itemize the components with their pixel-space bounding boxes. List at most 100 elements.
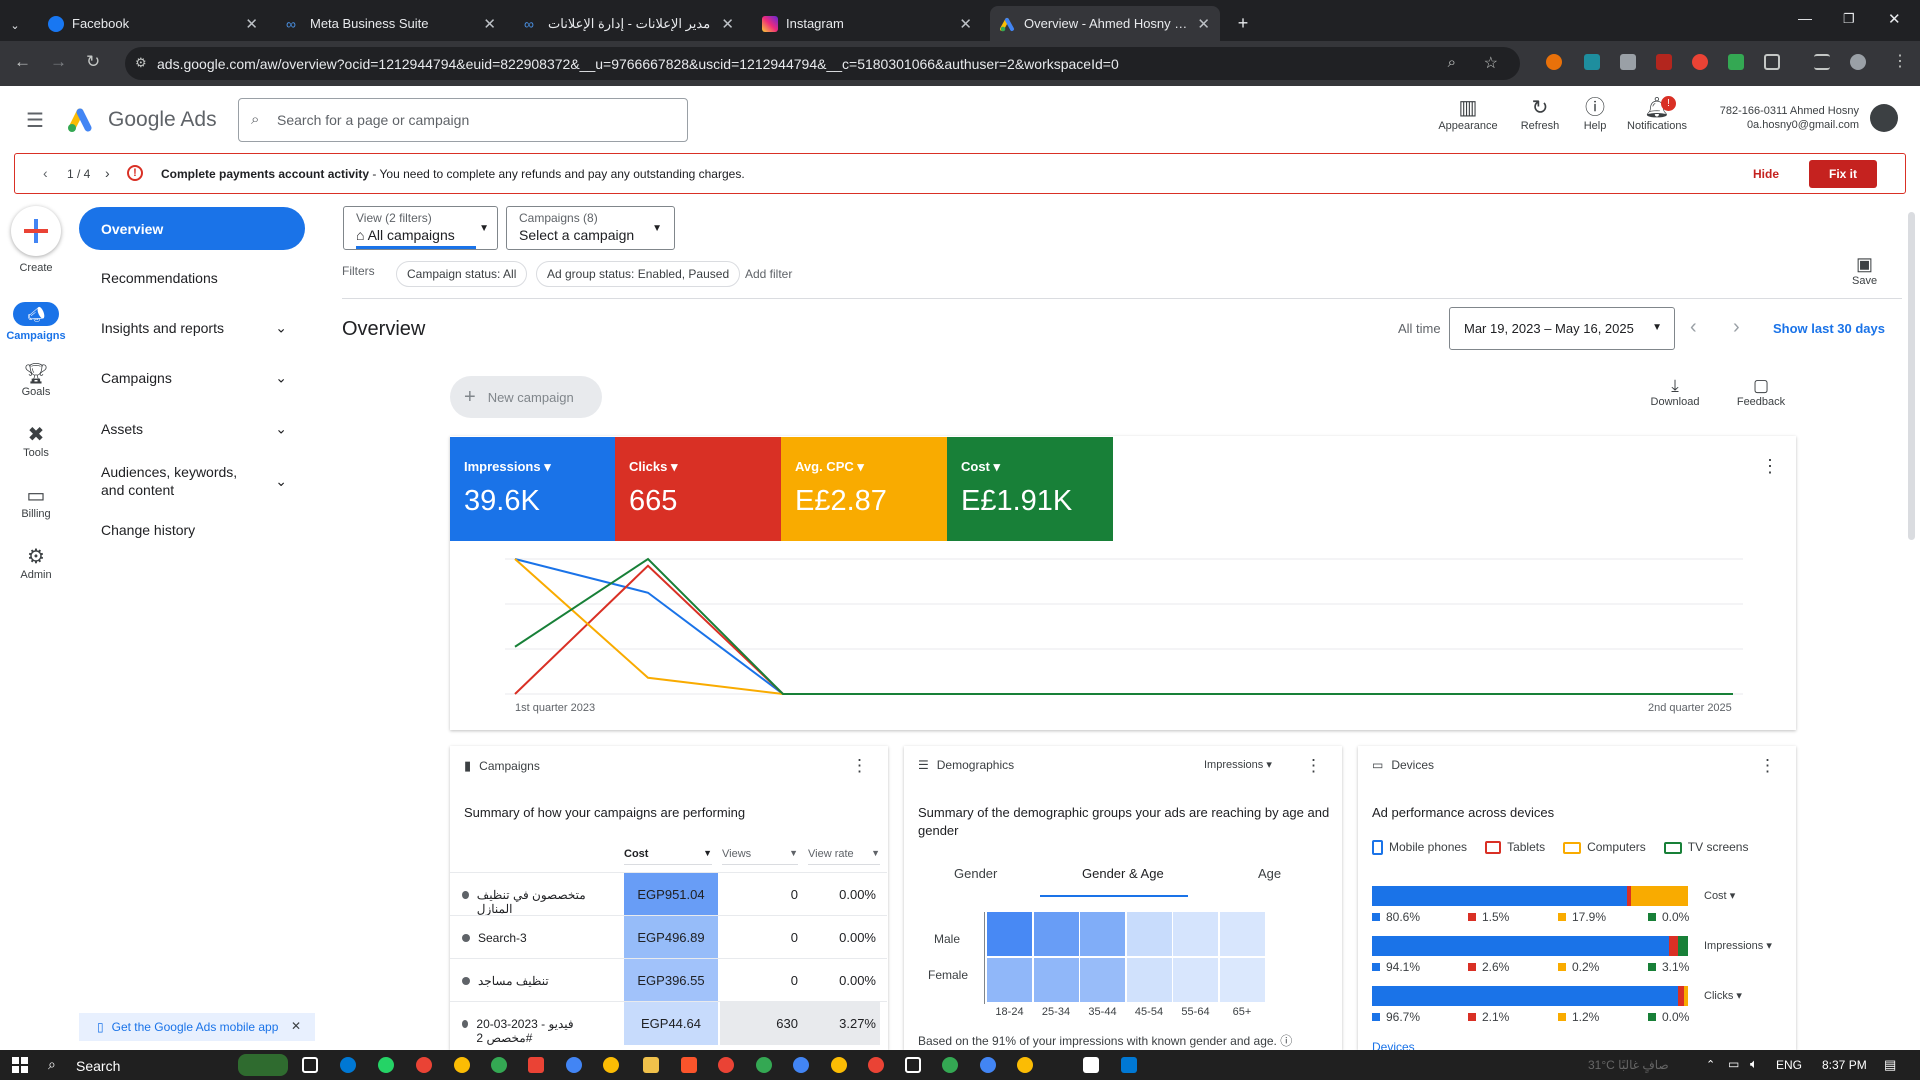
notifications-button[interactable]: 🔔︎ Notifications ! xyxy=(1623,96,1691,132)
chrome-icon[interactable] xyxy=(718,1057,734,1073)
column-header-views[interactable]: Views ▼ xyxy=(722,848,798,865)
heatmap-cell[interactable] xyxy=(1173,958,1218,1002)
nav-change-history[interactable]: Change history xyxy=(79,516,305,544)
site-info-icon[interactable]: ⚙ xyxy=(135,55,147,71)
download-button[interactable]: ⤓ Download xyxy=(1645,376,1705,408)
chrome-icon[interactable] xyxy=(793,1057,809,1073)
media-icon[interactable] xyxy=(1814,54,1830,70)
legend-tablets[interactable]: Tablets xyxy=(1485,840,1545,855)
chrome-icon[interactable] xyxy=(942,1057,958,1073)
next-alert-icon[interactable]: › xyxy=(105,165,110,181)
heatmap-cell[interactable] xyxy=(1033,912,1079,956)
chrome-icon[interactable] xyxy=(491,1057,507,1073)
whatsapp-icon[interactable] xyxy=(378,1057,394,1073)
more-options-icon[interactable]: ⋮ xyxy=(1761,456,1779,477)
close-icon[interactable]: ✕ xyxy=(483,15,496,33)
network-icon[interactable]: ▭ xyxy=(1728,1057,1739,1071)
reload-icon[interactable]: ↻ xyxy=(86,52,100,72)
scorecard-clicks[interactable]: Clicks ▾ 665 xyxy=(615,437,781,541)
legend-computers[interactable]: Computers xyxy=(1563,840,1646,855)
close-icon[interactable]: ✕ xyxy=(291,1019,301,1033)
extension-icon[interactable] xyxy=(1728,54,1744,70)
windows-start-icon[interactable] xyxy=(12,1057,28,1073)
metric-select[interactable]: Clicks ▾ xyxy=(1704,989,1742,1002)
filter-chip-campaign-status[interactable]: Campaign status: All xyxy=(396,261,528,287)
next-period-icon[interactable]: › xyxy=(1733,316,1740,339)
extension-icon[interactable] xyxy=(1584,54,1600,70)
metric-select[interactable]: Impressions ▾ xyxy=(1204,758,1272,771)
legend-mobile[interactable]: Mobile phones xyxy=(1372,840,1467,856)
forward-icon[interactable]: → xyxy=(50,52,67,72)
rail-tools[interactable]: ✖ Tools xyxy=(4,423,68,459)
rail-admin[interactable]: ⚙ Admin xyxy=(4,545,68,581)
date-range-picker[interactable]: Mar 19, 2023 – May 16, 2025 ▼ xyxy=(1449,307,1675,350)
file-explorer-icon[interactable] xyxy=(643,1057,659,1073)
devices-link[interactable]: Devices xyxy=(1372,1040,1415,1050)
zoom-icon[interactable]: ⌕ xyxy=(1448,54,1456,71)
nav-campaigns[interactable]: Campaigns ⌄ xyxy=(79,364,305,392)
heatmap-cell[interactable] xyxy=(1219,958,1265,1002)
campaign-name-cell[interactable]: 20-03-2023 - فيديو مخصص 2# xyxy=(462,1017,602,1045)
close-icon[interactable]: ✕ xyxy=(721,15,734,33)
chrome-icon[interactable] xyxy=(416,1057,432,1073)
prev-alert-icon[interactable]: ‹ xyxy=(43,165,48,181)
shield-icon[interactable] xyxy=(1620,54,1636,70)
hide-button[interactable]: Hide xyxy=(1753,167,1779,181)
campaign-name-cell[interactable]: متخصصون في تنظيف المنازل xyxy=(462,888,602,916)
page-scrollbar[interactable] xyxy=(1908,212,1915,540)
column-header-cost[interactable]: Cost ▼ xyxy=(624,848,712,865)
restore-icon[interactable]: ❐ xyxy=(1843,11,1855,27)
account-info[interactable]: 782-166-0311 Ahmed Hosny 0a.hosny0@gmail… xyxy=(1705,104,1859,132)
tab-gender-age[interactable]: Gender & Age xyxy=(1082,866,1164,881)
heatmap-cell[interactable] xyxy=(1080,958,1125,1002)
task-view-icon[interactable] xyxy=(302,1057,318,1073)
tab-google-ads[interactable]: Overview - Ahmed Hosny - Goo ✕ xyxy=(990,6,1220,41)
more-options-icon[interactable]: ⋮ xyxy=(851,756,868,776)
extension-icon[interactable] xyxy=(1692,54,1708,70)
chrome-icon[interactable] xyxy=(603,1057,619,1073)
table-row[interactable]: Search-3 EGP496.89 0 0.00% xyxy=(450,915,887,959)
table-row[interactable]: 20-03-2023 - فيديو مخصص 2# EGP44.64 630 3.2… xyxy=(450,1001,887,1045)
avatar[interactable] xyxy=(1870,104,1898,132)
more-options-icon[interactable]: ⋮ xyxy=(1305,756,1322,776)
nav-recommendations[interactable]: Recommendations xyxy=(79,264,305,292)
tab-gender[interactable]: Gender xyxy=(954,866,997,881)
device-stacked-bar[interactable] xyxy=(1372,986,1688,1006)
new-tab-button[interactable]: + xyxy=(1230,6,1256,41)
scorecard-cost[interactable]: Cost ▾ E£1.91K xyxy=(947,437,1113,541)
heatmap-cell[interactable] xyxy=(1126,912,1172,956)
chrome-icon[interactable] xyxy=(980,1057,996,1073)
scorecard-impressions[interactable]: Impressions ▾ 39.6K xyxy=(450,437,615,541)
back-icon[interactable]: ← xyxy=(14,52,31,72)
nav-audiences[interactable]: Audiences, keywords, and content ⌄ xyxy=(79,460,305,502)
brave-icon[interactable] xyxy=(681,1057,697,1073)
menu-dots-icon[interactable]: ⋮ xyxy=(1892,51,1908,71)
hamburger-menu-icon[interactable]: ☰ xyxy=(26,108,44,133)
tray-arrow-icon[interactable]: ⌃ xyxy=(1706,1058,1715,1071)
weather-widget[interactable]: 31°C صافٍ غالبًا xyxy=(1588,1058,1669,1072)
profile-icon[interactable] xyxy=(1850,54,1866,70)
campaign-name-cell[interactable]: Search-3 xyxy=(462,931,602,945)
rail-campaigns[interactable]: 📣︎ Campaigns xyxy=(4,302,68,342)
table-row[interactable]: تنظيف مساجد EGP396.55 0 0.00% xyxy=(450,958,887,1002)
show-last-30-days-link[interactable]: Show last 30 days xyxy=(1773,321,1885,336)
edge-icon[interactable] xyxy=(340,1057,356,1073)
search-input[interactable]: ⌕ Search for a page or campaign xyxy=(238,98,688,142)
tab-facebook[interactable]: Facebook ✕ xyxy=(38,6,268,41)
app-icon[interactable] xyxy=(528,1057,544,1073)
chrome-icon[interactable] xyxy=(868,1057,884,1073)
campaign-name-cell[interactable]: تنظيف مساجد xyxy=(462,974,602,988)
chrome-icon[interactable] xyxy=(831,1057,847,1073)
appearance-button[interactable]: ▥ Appearance xyxy=(1433,96,1503,132)
filter-chip-ad-group-status[interactable]: Ad group status: Enabled, Paused xyxy=(536,261,741,287)
tab-age[interactable]: Age xyxy=(1258,866,1281,881)
device-stacked-bar[interactable] xyxy=(1372,886,1688,906)
close-icon[interactable]: ✕ xyxy=(245,15,258,33)
heatmap-cell[interactable] xyxy=(1033,958,1079,1002)
chrome-icon[interactable] xyxy=(566,1057,582,1073)
nav-assets[interactable]: Assets ⌄ xyxy=(79,415,305,443)
rail-billing[interactable]: ▭ Billing xyxy=(4,484,68,520)
tab-search-button[interactable]: ⌄ xyxy=(0,8,30,43)
help-icon[interactable]: ⓘ xyxy=(1280,1034,1292,1048)
language-indicator[interactable]: ENG xyxy=(1776,1058,1802,1072)
